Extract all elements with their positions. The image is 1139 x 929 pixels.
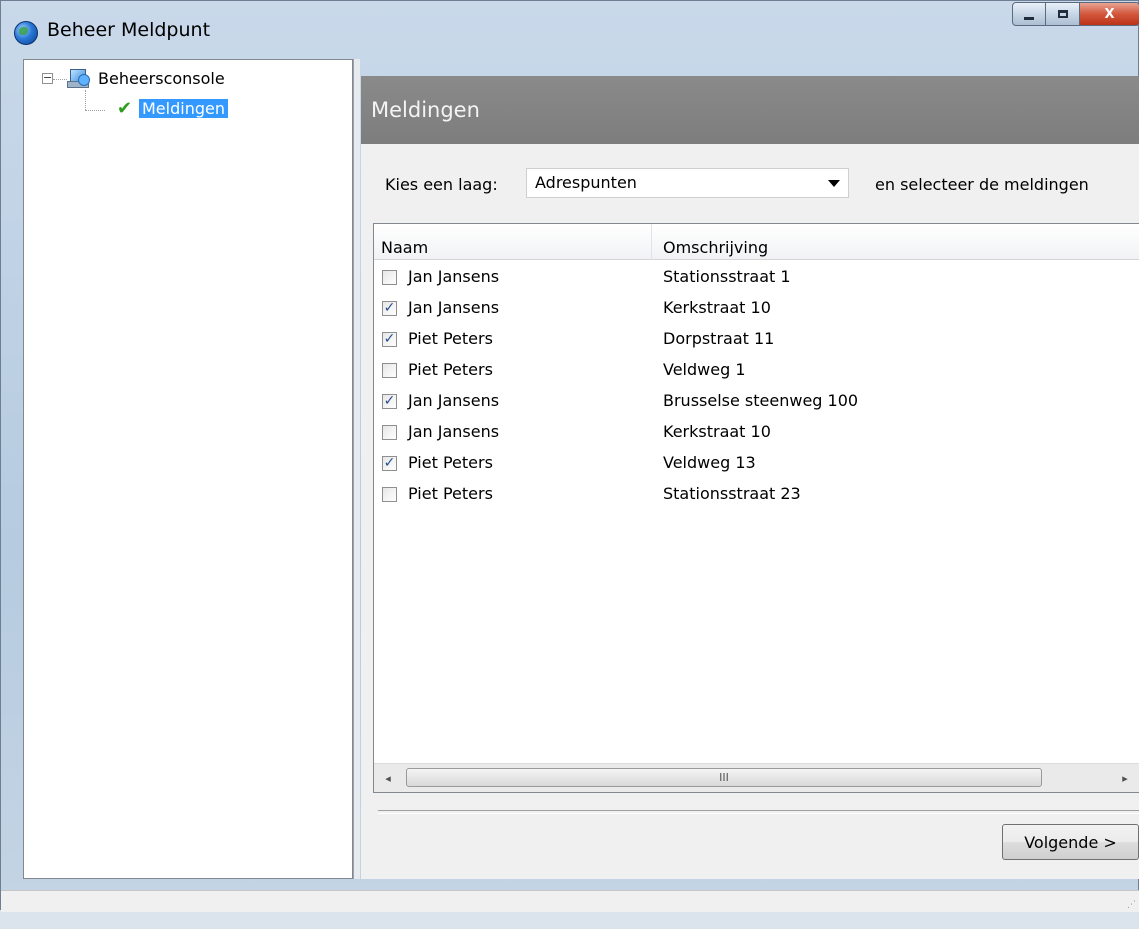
tree-node-beheersconsole[interactable]: − Beheersconsole (42, 68, 225, 88)
list-item[interactable]: Piet Peters Stationsstraat 23 (374, 479, 1139, 510)
tree-connector (85, 90, 86, 110)
main-window: Beheer Meldpunt X − Beheersconsole ✔ Mel… (0, 0, 1139, 912)
row-checkbox[interactable] (382, 487, 397, 502)
close-icon: X (1104, 6, 1115, 22)
maximize-icon (1057, 10, 1068, 18)
list-item[interactable]: ✓ Jan Jansens Kerkstraat 10 (374, 293, 1139, 324)
list-item[interactable]: ✓ Piet Peters Veldweg 13 (374, 448, 1139, 479)
cell-omschrijving: Stationsstraat 1 (663, 267, 791, 286)
window-title: Beheer Meldpunt (47, 19, 211, 41)
checkmark-icon: ✔ (117, 98, 133, 119)
layer-label: Kies een laag: (385, 175, 498, 194)
horizontal-scrollbar[interactable]: ◂ III ▸ (374, 763, 1139, 792)
collapse-expander-icon[interactable]: − (42, 72, 53, 84)
cell-omschrijving: Veldweg 13 (663, 453, 756, 472)
cell-naam: Piet Peters (408, 329, 493, 348)
meldingen-listview[interactable]: Naam Omschrijving Jan Jansens Stationsstr… (373, 223, 1139, 793)
column-header-naam[interactable]: Naam (374, 224, 651, 260)
cell-omschrijving: Dorpstraat 11 (663, 329, 775, 348)
pane-splitter[interactable] (353, 59, 360, 879)
cell-naam: Piet Peters (408, 484, 493, 503)
cell-naam: Jan Jansens (408, 298, 500, 317)
row-checkbox[interactable]: ✓ (382, 332, 397, 347)
column-header-omschrijving[interactable]: Omschrijving (652, 224, 1139, 260)
row-checkbox[interactable] (382, 270, 397, 285)
row-checkbox[interactable] (382, 425, 397, 440)
list-item[interactable]: Jan Jansens Kerkstraat 10 (374, 417, 1139, 448)
list-item[interactable]: Piet Peters Veldweg 1 (374, 355, 1139, 386)
cell-naam: Jan Jansens (408, 267, 500, 286)
maximize-button[interactable] (1046, 2, 1080, 26)
tree-node-label-selected: Meldingen (139, 99, 228, 118)
scroll-right-icon[interactable]: ▸ (1111, 764, 1139, 792)
layer-dropdown-value: Adrespunten (535, 173, 637, 192)
minimize-icon (1024, 16, 1034, 20)
list-item[interactable]: Jan Jansens Stationsstraat 1 (374, 262, 1139, 293)
row-checkbox[interactable]: ✓ (382, 394, 397, 409)
tree-connector (85, 110, 105, 111)
close-button[interactable]: X (1080, 2, 1139, 26)
cell-naam: Piet Peters (408, 453, 493, 472)
cell-omschrijving: Brusselse steenweg 100 (663, 391, 859, 410)
list-item[interactable]: ✓ Piet Peters Dorpstraat 11 (374, 324, 1139, 355)
caption-buttons: X (1012, 2, 1139, 32)
navigation-tree: − Beheersconsole ✔ Meldingen (23, 59, 353, 879)
scrollbar-thumb[interactable]: III (406, 768, 1042, 787)
cell-naam: Jan Jansens (408, 391, 500, 410)
tree-node-meldingen[interactable]: ✔ Meldingen (117, 98, 228, 119)
layer-dropdown[interactable]: Adrespunten (526, 168, 849, 198)
cell-omschrijving: Stationsstraat 23 (663, 484, 801, 503)
computer-network-icon (66, 68, 90, 88)
cell-omschrijving: Kerkstraat 10 (663, 298, 771, 317)
status-bar: ⋰ (1, 890, 1139, 912)
resize-grip-icon[interactable]: ⋰ (1127, 900, 1136, 910)
divider (378, 810, 1139, 814)
cell-naam: Piet Peters (408, 360, 493, 379)
row-checkbox[interactable] (382, 363, 397, 378)
panel-title: Meldingen (371, 98, 480, 122)
tree-node-label: Beheersconsole (98, 68, 225, 88)
next-button[interactable]: Volgende > (1002, 824, 1139, 860)
cell-omschrijving: Kerkstraat 10 (663, 422, 771, 441)
chevron-down-icon (828, 180, 840, 187)
cell-naam: Jan Jansens (408, 422, 500, 441)
title-bar[interactable]: Beheer Meldpunt X (1, 1, 1139, 59)
content-panel: Meldingen Kies een laag: Adrespunten en … (361, 76, 1139, 879)
row-checkbox[interactable]: ✓ (382, 456, 397, 471)
minimize-button[interactable] (1012, 2, 1046, 26)
list-item[interactable]: ✓ Jan Jansens Brusselse steenweg 100 (374, 386, 1139, 417)
globe-app-icon (14, 21, 38, 45)
panel-header: Meldingen (361, 76, 1139, 144)
row-checkbox[interactable]: ✓ (382, 301, 397, 316)
scroll-left-icon[interactable]: ◂ (374, 764, 402, 792)
select-hint: en selecteer de meldingen (875, 175, 1089, 194)
cell-omschrijving: Veldweg 1 (663, 360, 746, 379)
